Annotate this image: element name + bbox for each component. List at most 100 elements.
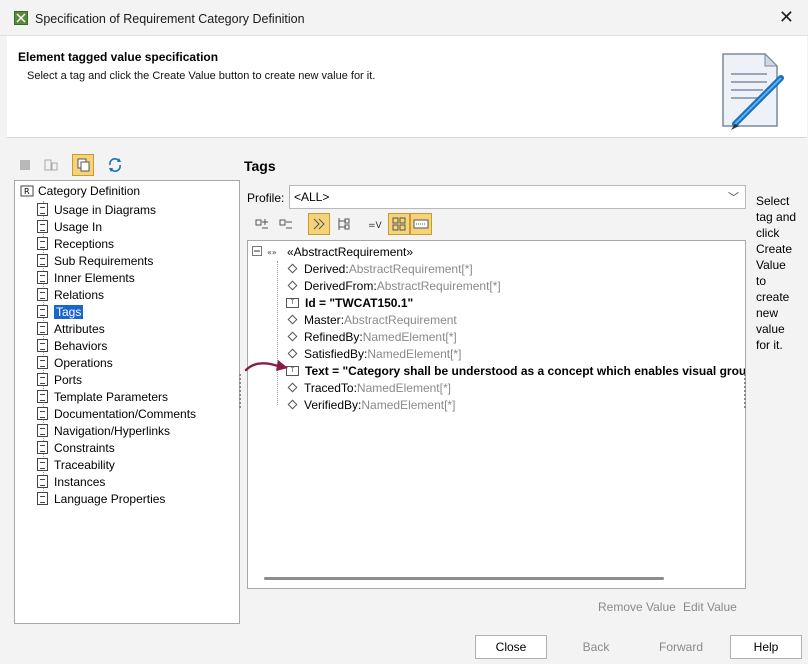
page-icon: [37, 203, 48, 216]
tag-type: AbstractRequirement[*]: [348, 261, 473, 276]
refresh-icon[interactable]: [104, 154, 126, 176]
profile-label: Profile:: [247, 191, 285, 205]
annotation-arrow-icon: [244, 360, 288, 372]
edit-value-button[interactable]: Edit Value: [683, 600, 737, 614]
profile-selected-value: <ALL>: [294, 190, 330, 204]
tags-connector: [277, 261, 278, 405]
help-button[interactable]: Help: [730, 635, 802, 659]
tag-row[interactable]: TracedTo : NamedElement[*]: [286, 379, 451, 396]
text-value-icon: T: [286, 297, 299, 308]
tag-name: RefinedBy: [304, 329, 360, 344]
page-icon: [37, 254, 48, 267]
tree-item[interactable]: Traceability: [37, 456, 115, 473]
sort-icon[interactable]: [40, 154, 62, 176]
tree-item-label: Operations: [54, 355, 113, 370]
page-icon: [37, 322, 48, 335]
profile-dropdown[interactable]: <ALL> ﹀: [289, 185, 746, 209]
tree-item-label: Inner Elements: [54, 270, 135, 285]
tree-item[interactable]: Language Properties: [37, 490, 165, 507]
tree-item[interactable]: Tags: [37, 303, 84, 320]
tree-item-label: Usage in Diagrams: [54, 202, 157, 217]
tree-item[interactable]: Documentation/Comments: [37, 405, 196, 422]
stereotype-node[interactable]: «» «AbstractRequirement»: [252, 243, 413, 260]
tree-item-label: Instances: [54, 474, 106, 489]
svg-text:R: R: [24, 187, 30, 196]
right-splitter[interactable]: [744, 374, 747, 408]
page-icon: [37, 390, 48, 403]
stop-icon[interactable]: [14, 154, 36, 176]
page-icon: [37, 475, 48, 488]
tag-name: Master: [304, 312, 341, 327]
collapse-all-icon[interactable]: [276, 213, 298, 235]
tree-item[interactable]: Inner Elements: [37, 269, 135, 286]
tree-item[interactable]: Usage In: [37, 218, 102, 235]
page-icon: [37, 237, 48, 250]
tree-item-label: Usage In: [54, 219, 103, 234]
tag-name: Derived: [304, 261, 346, 276]
property-diamond-icon: [287, 280, 298, 291]
tag-row[interactable]: SatisfiedBy : NamedElement[*]: [286, 345, 461, 362]
tag-type: AbstractRequirement[*]: [376, 278, 501, 293]
tag-row[interactable]: VerifiedBy : NamedElement[*]: [286, 396, 455, 413]
header-title: Element tagged value specification: [18, 50, 219, 64]
tree-root-label: Category Definition: [38, 184, 141, 198]
horizontal-scrollbar[interactable]: [264, 577, 664, 580]
tree-item[interactable]: Navigation/Hyperlinks: [37, 422, 170, 439]
tag-name: DerivedFrom: [304, 278, 374, 293]
tree-view-icon[interactable]: [332, 213, 354, 235]
stereotype-icon: «»: [267, 248, 277, 257]
tree-item[interactable]: Behaviors: [37, 337, 107, 354]
grid-view-icon[interactable]: [388, 213, 410, 235]
tree-root-category-definition[interactable]: R Category Definition: [20, 184, 140, 198]
tags-tree: «» «AbstractRequirement» Derived : Abstr…: [247, 240, 746, 589]
page-icon: [37, 288, 48, 301]
tree-item[interactable]: Usage in Diagrams: [37, 201, 156, 218]
tag-row[interactable]: DerivedFrom : AbstractRequirement[*]: [286, 277, 501, 294]
tag-row[interactable]: T Id = "TWCAT150.1": [286, 294, 413, 311]
text-view-icon[interactable]: [410, 213, 432, 235]
left-splitter[interactable]: [239, 374, 242, 408]
tag-name: SatisfiedBy: [304, 346, 365, 361]
tree-item[interactable]: Template Parameters: [37, 388, 168, 405]
tree-item[interactable]: Operations: [37, 354, 113, 371]
page-icon: [37, 373, 48, 386]
show-tags-toggle-icon[interactable]: [308, 213, 330, 235]
collapse-icon: [252, 246, 262, 256]
tree-item[interactable]: Relations: [37, 286, 104, 303]
tag-type: NamedElement[*]: [361, 397, 456, 412]
tag-row[interactable]: Master : AbstractRequirement: [286, 311, 457, 328]
tree-item[interactable]: Ports: [37, 371, 82, 388]
tag-row[interactable]: T Text = "Category shall be understood as…: [286, 362, 745, 379]
property-diamond-icon: [287, 399, 298, 410]
window-close-icon[interactable]: ✕: [779, 8, 794, 26]
show-values-icon[interactable]: =V: [364, 213, 386, 235]
tree-item[interactable]: Constraints: [37, 439, 115, 456]
close-button[interactable]: Close: [475, 635, 547, 659]
page-icon: [37, 339, 48, 352]
page-icon: [37, 424, 48, 437]
tree-item[interactable]: Receptions: [37, 235, 114, 252]
back-button[interactable]: Back: [560, 635, 632, 659]
tree-item[interactable]: Attributes: [37, 320, 105, 337]
property-diamond-icon: [287, 382, 298, 393]
tag-type: NamedElement[*]: [367, 346, 462, 361]
specification-tree: R Category Definition Usage in Diagrams U…: [14, 180, 240, 624]
tree-item[interactable]: Sub Requirements: [37, 252, 153, 269]
tag-row[interactable]: RefinedBy : NamedElement[*]: [286, 328, 457, 345]
remove-value-button[interactable]: Remove Value: [598, 600, 676, 614]
tag-type: AbstractRequirement: [344, 312, 457, 327]
forward-button[interactable]: Forward: [645, 635, 717, 659]
tree-item[interactable]: Instances: [37, 473, 105, 490]
tree-item-label: Constraints: [54, 440, 115, 455]
tree-item-label: Documentation/Comments: [54, 406, 197, 421]
tag-row[interactable]: Derived : AbstractRequirement[*]: [286, 260, 473, 277]
page-icon: [37, 492, 48, 505]
tree-item-label: Template Parameters: [54, 389, 169, 404]
expand-all-icon[interactable]: [252, 213, 274, 235]
property-diamond-icon: [287, 263, 298, 274]
show-all-toggle-icon[interactable]: [72, 154, 94, 176]
page-icon: [37, 356, 48, 369]
page-icon: [37, 407, 48, 420]
tree-item-label: Receptions: [54, 236, 115, 251]
page-icon: [37, 220, 48, 233]
